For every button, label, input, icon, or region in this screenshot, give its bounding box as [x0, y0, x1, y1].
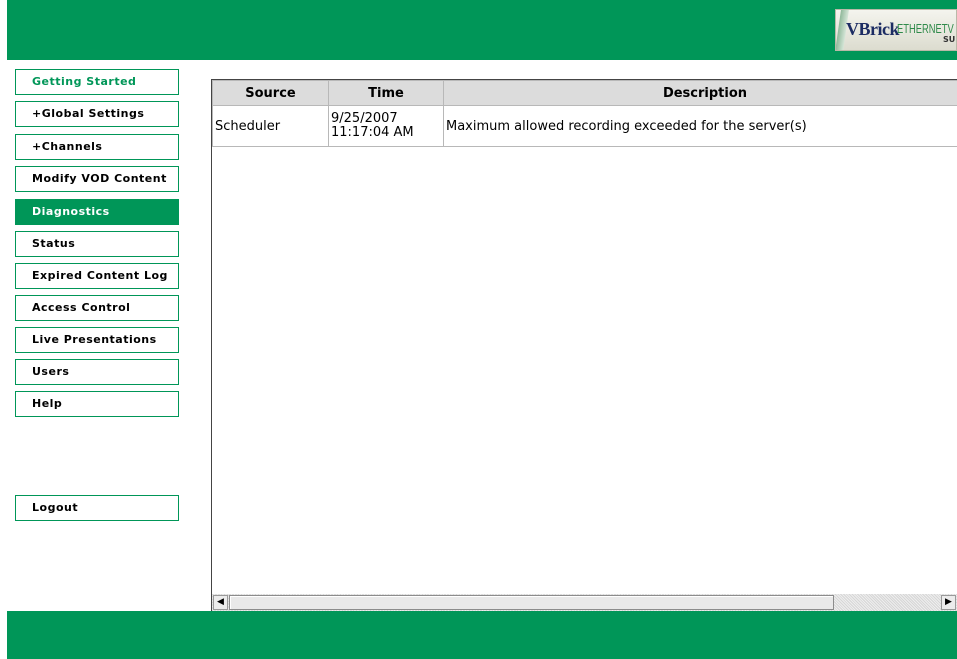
cell-time: 9/25/2007 11:17:04 AM [328, 105, 444, 147]
logo-product: ETHERNETV [897, 21, 954, 36]
nav-modify-vod-content[interactable]: Modify VOD Content [15, 166, 179, 192]
column-header-time[interactable]: Time [328, 80, 444, 106]
nav-help[interactable]: Help [15, 391, 179, 417]
scroll-right-icon[interactable]: ▶ [941, 595, 956, 610]
column-header-source[interactable]: Source [212, 80, 329, 106]
cell-description: Maximum allowed recording exceeded for t… [443, 105, 957, 147]
cell-source: Scheduler [212, 105, 329, 147]
table-row: Scheduler 9/25/2007 11:17:04 AM Maximum … [212, 105, 957, 147]
nav-expired-content-log[interactable]: Expired Content Log [15, 263, 179, 289]
table-header-row: Source Time Description [212, 80, 957, 106]
vbrick-logo: VBrick ETHERNETV SUITE [835, 9, 957, 51]
column-header-description[interactable]: Description [443, 80, 957, 106]
logo-suffix: SUITE [943, 35, 956, 44]
logout-button[interactable]: Logout [15, 495, 179, 521]
cell-time-date: 9/25/2007 [331, 111, 398, 126]
nav-global-settings[interactable]: +Global Settings [15, 101, 179, 127]
nav-users[interactable]: Users [15, 359, 179, 385]
log-panel: Source Time Description Scheduler 9/25/2… [211, 79, 957, 613]
cell-time-clock: 11:17:04 AM [331, 125, 414, 140]
logo-brand: VBrick [846, 19, 900, 39]
nav-status[interactable]: Status [15, 231, 179, 257]
horizontal-scrollbar[interactable]: ◀ ▶ [212, 594, 957, 611]
scroll-left-icon[interactable]: ◀ [213, 595, 228, 610]
nav-getting-started[interactable]: Getting Started [15, 69, 179, 95]
nav-channels[interactable]: +Channels [15, 134, 179, 160]
nav-live-presentations[interactable]: Live Presentations [15, 327, 179, 353]
nav-access-control[interactable]: Access Control [15, 295, 179, 321]
footer-bar [7, 611, 957, 659]
header-bar [7, 0, 957, 60]
diagnostics-log-table: Source Time Description Scheduler 9/25/2… [212, 80, 957, 147]
scrollbar-thumb[interactable] [229, 595, 834, 610]
nav-diagnostics[interactable]: Diagnostics [15, 199, 179, 225]
